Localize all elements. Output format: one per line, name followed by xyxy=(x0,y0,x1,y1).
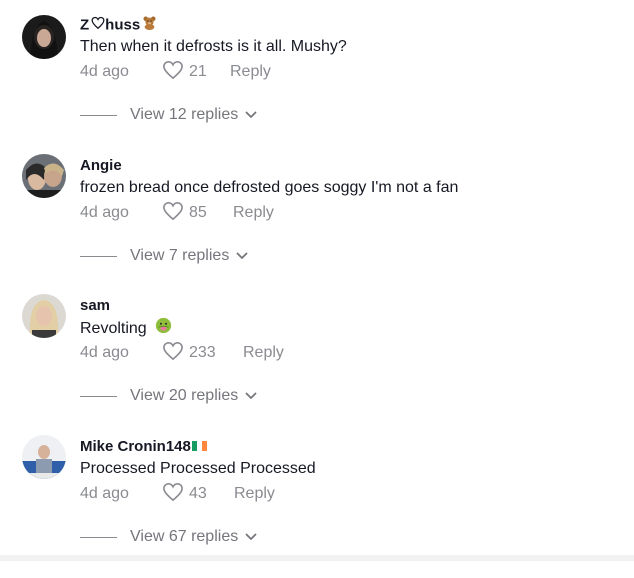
comment-time: 4d ago xyxy=(80,344,129,361)
avatar[interactable] xyxy=(22,154,66,198)
chevron-down-icon xyxy=(236,247,248,265)
divider xyxy=(80,395,117,397)
like-count: 233 xyxy=(189,344,216,361)
reply-button[interactable]: Reply xyxy=(233,204,274,222)
chevron-down-icon xyxy=(245,528,257,546)
teddy-bear-emoji-icon xyxy=(142,15,157,36)
view-replies-button[interactable]: View 20 replies xyxy=(80,386,257,406)
like-count: 21 xyxy=(189,63,207,80)
view-replies-label: View 12 replies xyxy=(130,106,239,123)
chevron-down-icon xyxy=(245,387,257,405)
heart-outline-icon xyxy=(162,482,189,507)
view-replies-label: View 67 replies xyxy=(130,528,239,545)
comment-text: Processed Processed Processed xyxy=(80,460,316,477)
view-replies-label: View 7 replies xyxy=(130,247,230,264)
avatar[interactable] xyxy=(22,294,66,338)
reply-button[interactable]: Reply xyxy=(243,344,284,362)
like-button[interactable]: 85 xyxy=(162,201,233,226)
heart-outline-icon xyxy=(162,201,189,226)
comment-item: Zhuss Then when it defrosts is it all. M… xyxy=(0,15,634,156)
comment-meta: 4d ago 233 Reply xyxy=(80,341,284,366)
comment-text: Revolting xyxy=(80,317,172,341)
divider xyxy=(80,255,117,257)
username[interactable]: Zhuss xyxy=(80,15,157,36)
comment-item: Angie frozen bread once defrosted goes s… xyxy=(0,154,634,297)
like-button[interactable]: 21 xyxy=(162,60,230,85)
comment-meta: 4d ago 43 Reply xyxy=(80,482,275,507)
heart-outline-icon xyxy=(162,341,189,366)
heart-outline-icon xyxy=(162,60,189,85)
comment-text: frozen bread once defrosted goes soggy I… xyxy=(80,179,459,196)
divider xyxy=(80,114,117,116)
view-replies-button[interactable]: View 67 replies xyxy=(80,527,257,547)
ireland-flag-icon xyxy=(191,437,207,457)
username[interactable]: Angie xyxy=(80,156,122,176)
avatar[interactable] xyxy=(22,15,66,59)
comment-time: 4d ago xyxy=(80,485,129,502)
view-replies-button[interactable]: View 12 replies xyxy=(80,105,257,125)
comment-time: 4d ago xyxy=(80,63,129,80)
bottom-divider xyxy=(0,555,634,561)
avatar[interactable] xyxy=(22,435,66,479)
view-replies-button[interactable]: View 7 replies xyxy=(80,246,248,266)
like-button[interactable]: 43 xyxy=(162,482,234,507)
heart-outline-icon xyxy=(91,16,105,36)
view-replies-label: View 20 replies xyxy=(130,387,239,404)
username[interactable]: Mike Cronin148 xyxy=(80,437,207,457)
comment-item: sam Revolting 4d ago 233 Reply View 20 r… xyxy=(0,294,634,437)
chevron-down-icon xyxy=(245,106,257,124)
reply-button[interactable]: Reply xyxy=(230,63,271,81)
comment-meta: 4d ago 21 Reply xyxy=(80,60,271,85)
like-count: 85 xyxy=(189,204,207,221)
divider xyxy=(80,536,117,538)
comment-time: 4d ago xyxy=(80,204,129,221)
like-button[interactable]: 233 xyxy=(162,341,243,366)
like-count: 43 xyxy=(189,485,207,502)
nauseated-face-emoji-icon xyxy=(155,317,172,341)
reply-button[interactable]: Reply xyxy=(234,485,275,503)
comment-text: Then when it defrosts is it all. Mushy? xyxy=(80,38,347,55)
comment-meta: 4d ago 85 Reply xyxy=(80,201,274,226)
username[interactable]: sam xyxy=(80,296,110,316)
